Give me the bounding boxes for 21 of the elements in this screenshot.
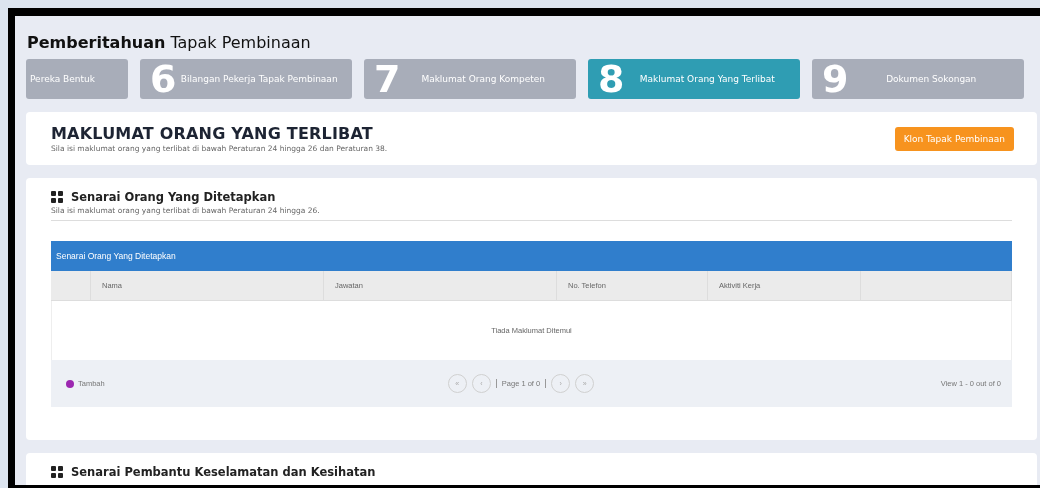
section-title: Senarai Orang Yang Ditetapkan xyxy=(71,190,276,204)
step-tab[interactable]: Pereka Bentuk xyxy=(26,59,128,99)
step-label: Maklumat Orang Kompeten xyxy=(420,74,547,84)
step-tab[interactable]: 7 Maklumat Orang Kompeten xyxy=(364,59,576,99)
clone-button[interactable]: Klon Tapak Pembinaan xyxy=(894,126,1014,151)
step-number: 9 xyxy=(822,59,849,99)
grid-icon xyxy=(51,466,63,478)
step-label: Maklumat Orang Yang Terlibat xyxy=(638,74,776,84)
grid-icon xyxy=(51,191,63,203)
step-label: Pereka Bentuk xyxy=(29,74,95,84)
step-number: 7 xyxy=(374,59,401,99)
page-title: Pemberitahuan Tapak Pembinaan xyxy=(27,33,312,52)
step-tab[interactable]: 8 Maklumat Orang Yang Terlibat xyxy=(588,59,800,99)
section-title: Senarai Pembantu Keselamatan dan Kesihatan xyxy=(71,465,376,479)
step-number: 6 xyxy=(150,59,177,99)
step-label: Bilangan Pekerja Tapak Pembinaan xyxy=(179,74,339,84)
section-heading: MAKLUMAT ORANG YANG TERLIBAT xyxy=(51,124,374,143)
step-tab[interactable]: 9 Dokumen Sokongan xyxy=(812,59,1024,99)
table-caption: Senarai Orang Yang Ditetapkan xyxy=(51,241,1012,271)
step-number: 8 xyxy=(598,59,625,99)
step-label: Dokumen Sokongan xyxy=(885,74,978,84)
